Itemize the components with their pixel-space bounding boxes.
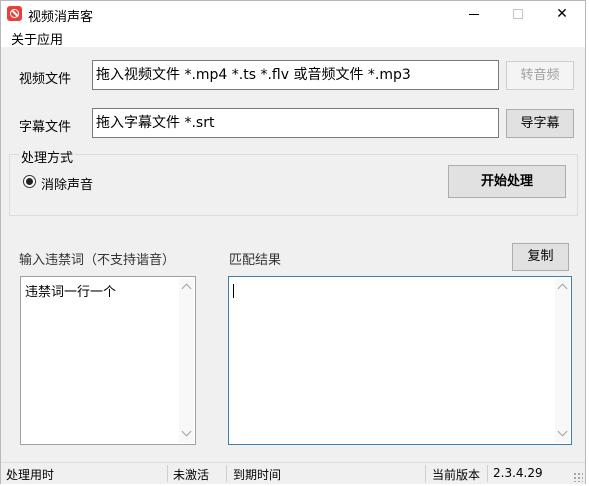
banned-words-text: 违禁词一行一个 [25,285,117,300]
minimize-button[interactable] [452,1,496,28]
video-file-input[interactable]: 拖入视频文件 *.mp4 *.ts *.flv 或音频文件 *.mp3 [92,60,499,90]
resize-grip-icon[interactable] [573,472,583,482]
title-bar: 视频消声客 ✕ [1,1,585,28]
copy-button[interactable]: 复制 [512,243,569,271]
match-results-scrollbar[interactable] [555,278,570,443]
menu-bar: 关于应用 [1,28,585,48]
expiry-label: 到期时间 [233,468,282,482]
start-processing-button[interactable]: 开始处理 [448,165,566,198]
version-value: 2.3.4.29 [493,466,543,480]
scroll-down-icon [181,426,192,437]
video-file-label: 视频文件 [19,72,72,87]
convert-audio-button: 转音频 [506,61,574,90]
banned-words-scrollbar[interactable] [179,278,194,443]
status-separator [167,465,168,482]
banned-words-label: 输入违禁词（不支持谐音） [19,253,176,268]
app-window: 视频消声客 ✕ 关于应用 视频文件 拖入视频文件 *.mp4 *.ts *.fl… [0,0,586,484]
remove-sound-label: 消除声音 [41,178,94,193]
menu-item-about[interactable]: 关于应用 [11,29,63,48]
subtitle-file-label: 字幕文件 [19,120,72,135]
maximize-icon [513,9,523,19]
match-results-textarea[interactable] [228,276,572,445]
subtitle-file-input[interactable]: 拖入字幕文件 *.srt [92,108,499,138]
banned-words-textarea[interactable]: 违禁词一行一个 [20,276,196,445]
export-subtitle-button[interactable]: 导字幕 [506,109,574,138]
window-title: 视频消声客 [28,10,94,25]
remove-sound-radio[interactable] [23,175,36,188]
status-bar: 处理用时 未激活 到期时间 当前版本 2.3.4.29 [1,462,585,484]
activation-status: 未激活 [173,468,210,482]
scroll-up-icon [557,283,568,294]
close-icon: ✕ [556,6,568,22]
minimize-icon [469,13,479,15]
match-results-label: 匹配结果 [229,253,282,268]
forbidden-icon [7,6,22,21]
maximize-button [496,1,540,28]
processing-time-label: 处理用时 [6,468,55,482]
close-button[interactable]: ✕ [540,1,584,28]
text-caret [233,284,234,298]
status-separator [425,465,426,482]
version-label: 当前版本 [432,468,481,482]
scroll-up-icon [181,283,192,294]
status-separator [226,465,227,482]
processing-group-title: 处理方式 [19,147,76,166]
status-separator [487,465,488,482]
scroll-down-icon [557,426,568,437]
